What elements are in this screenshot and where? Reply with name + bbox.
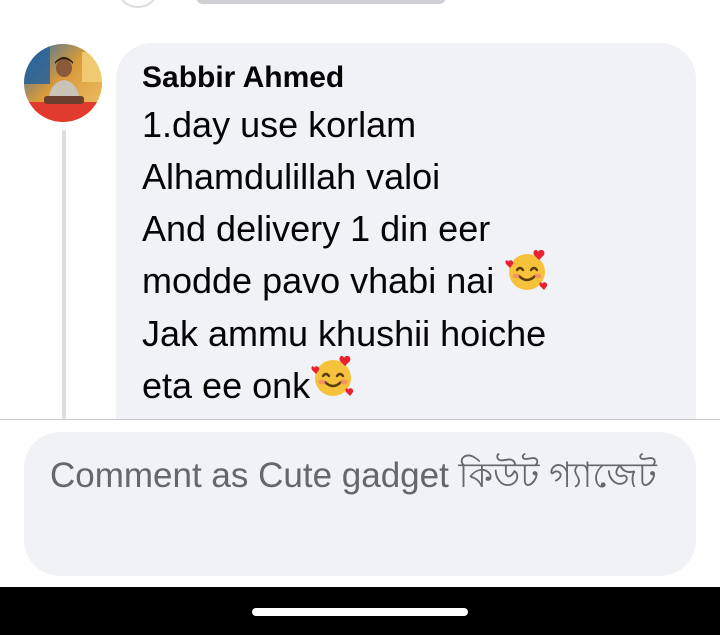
home-gesture-handle[interactable] [252, 608, 468, 616]
comment-author-name[interactable]: Sabbir Ahmed [142, 57, 672, 99]
avatar-photo [24, 44, 102, 122]
comment-thread-screen: Sabbir Ahmed 1.day use korlam Alhamdulil… [0, 0, 720, 635]
system-navigation-bar [0, 587, 720, 635]
comment-bubble[interactable]: Sabbir Ahmed 1.day use korlam Alhamdulil… [116, 43, 696, 463]
comment-text-line: modde pavo vhabi nai [142, 250, 672, 308]
comment-text-line: 1.day use korlam [142, 104, 417, 145]
comment-composer-bar: Comment as Cute gadget কিউট গ্যাজেট [0, 419, 720, 587]
avatar[interactable] [24, 44, 102, 122]
smiling-face-with-hearts-icon [504, 248, 550, 308]
comment-text-line: eta ee onk [142, 355, 672, 413]
smiling-face-with-hearts-icon [310, 354, 356, 414]
previous-reply-text-fragment [196, 0, 446, 4]
comment-input[interactable]: Comment as Cute gadget কিউট গ্যাজেট [24, 432, 696, 576]
comment-text-line: Alhamdulillah valoi [142, 156, 441, 197]
comment-text-line: And delivery 1 din eer [142, 208, 491, 249]
previous-reply-avatar [116, 0, 160, 8]
thread-connector-line [62, 130, 66, 420]
comment-text-line: Jak ammu khushii hoiche [142, 313, 547, 355]
